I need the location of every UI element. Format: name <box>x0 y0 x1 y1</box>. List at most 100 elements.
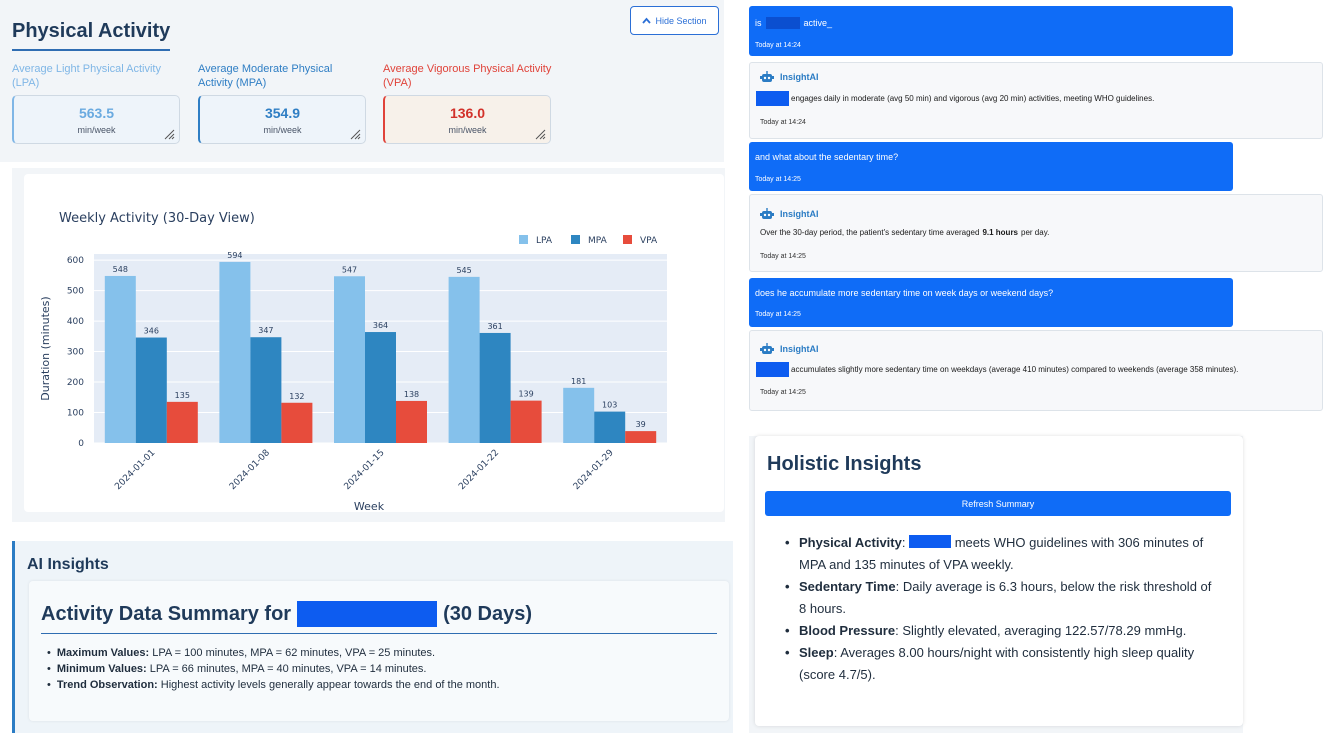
y-tick-label: 600 <box>67 256 84 266</box>
resize-grip-icon[interactable] <box>163 128 175 140</box>
ai-insights-title: AI Insights <box>27 556 109 573</box>
list-item: Maximum Values: LPA = 100 minutes, MPA =… <box>47 645 500 661</box>
user-message: does he accumulate more sedentary time o… <box>749 278 1233 327</box>
data-label: 103 <box>602 401 617 410</box>
data-label: 139 <box>518 390 533 399</box>
ai-insights-panel: AI Insights Activity Data Summary for (3… <box>12 541 733 733</box>
chart-title: Weekly Activity (30-Day View) <box>59 211 255 226</box>
x-tick-label: 2024-01-01 <box>113 448 157 492</box>
message-time: Today at 14:25 <box>760 253 806 260</box>
bar-vpa <box>281 402 313 443</box>
resize-grip-icon[interactable] <box>534 128 546 140</box>
physical-activity-panel: Physical Activity Hide Section Average L… <box>0 0 724 162</box>
redacted-name <box>756 362 789 377</box>
left-column: Physical Activity Hide Section Average L… <box>0 0 733 733</box>
mpa-value: 354.9 <box>264 105 301 121</box>
bar-lpa <box>563 387 595 443</box>
data-label: 547 <box>342 265 357 274</box>
bot-name: InsightAI <box>780 344 819 354</box>
legend-swatch <box>623 235 632 244</box>
chat-column: is active_ Today at 14:24 InsightAI enga… <box>749 0 1325 733</box>
data-label: 346 <box>144 327 159 336</box>
y-tick-label: 400 <box>67 317 84 327</box>
mpa-label: Average Moderate Physical Activity (MPA) <box>198 63 333 89</box>
summary-divider <box>41 633 717 634</box>
x-tick-label: 2024-01-29 <box>572 448 616 492</box>
bar-mpa <box>594 411 626 443</box>
data-label: 364 <box>373 321 388 330</box>
bar-lpa <box>334 276 365 443</box>
summary-heading: Activity Data Summary for (30 Days) <box>41 601 532 627</box>
y-tick-label: 200 <box>67 378 84 388</box>
data-label: 594 <box>227 251 242 260</box>
message-bold: 9.1 hours <box>982 228 1019 237</box>
hide-section-label: Hide Section <box>655 15 707 26</box>
redacted-name <box>297 601 438 627</box>
holistic-list: Physical Activity: meets WHO guidelines … <box>785 532 1215 686</box>
legend-label: MPA <box>588 236 608 246</box>
message-text: and what about the sedentary time? <box>755 152 899 162</box>
vpa-unit: min/week <box>448 125 487 135</box>
bar-mpa <box>365 332 396 443</box>
legend-label: VPA <box>640 236 658 246</box>
x-axis-label: Week <box>354 500 385 512</box>
bot-message: InsightAI Over the 30-day period, the pa… <box>749 194 1323 272</box>
message-text: is <box>755 18 762 28</box>
lpa-card: 563.5 min/week <box>12 95 180 144</box>
summary-suffix: (30 Days) <box>443 602 533 625</box>
data-label: 181 <box>571 377 586 386</box>
x-tick-label: 2024-01-15 <box>343 448 387 492</box>
legend-swatch <box>519 235 528 244</box>
bar-lpa <box>219 261 251 443</box>
lpa-label: Average Light Physical Activity (LPA) <box>12 63 161 89</box>
mpa-card: 354.9 min/week <box>198 95 366 144</box>
message-text: accumulates slightly more sedentary time… <box>791 365 1239 374</box>
list-item: Minimum Values: LPA = 66 minutes, MPA = … <box>47 661 500 677</box>
lpa-value: 563.5 <box>78 105 115 121</box>
bar-vpa <box>625 431 657 443</box>
y-tick-label: 500 <box>67 287 84 297</box>
bar-lpa <box>104 275 136 443</box>
bot-message: InsightAI engages daily in moderate (avg… <box>749 62 1323 139</box>
holistic-card: Holistic Insights Refresh Summary Physic… <box>755 436 1243 726</box>
message-text: Over the 30-day period, the patient's se… <box>760 228 980 237</box>
message-text: engages daily in moderate (avg 50 min) a… <box>791 94 1155 103</box>
message-time: Today at 14:25 <box>755 176 801 183</box>
robot-icon <box>760 71 774 82</box>
bar-lpa <box>448 276 480 443</box>
vpa-card: 136.0 min/week <box>383 95 551 144</box>
message-text: does he accumulate more sedentary time o… <box>755 288 1054 298</box>
y-axis-label: Duration (minutes) <box>39 296 52 400</box>
bar-mpa <box>250 337 282 443</box>
y-tick-label: 100 <box>67 409 84 419</box>
message-text: active_ <box>803 18 833 28</box>
robot-icon <box>760 343 774 354</box>
hide-section-button[interactable]: Hide Section <box>630 6 719 35</box>
x-tick-label: 2024-01-22 <box>457 448 501 492</box>
bar-mpa <box>479 332 511 443</box>
list-item: Blood Pressure: Slightly elevated, avera… <box>785 620 1215 642</box>
vpa-value: 136.0 <box>449 105 486 121</box>
message-text: per day. <box>1021 228 1050 237</box>
resize-grip-icon[interactable] <box>349 128 361 140</box>
chart-card: 0 100 200 300 400 500 600 Weekly Activity (30-D… <box>24 174 724 512</box>
lpa-unit: min/week <box>77 125 116 135</box>
summary-card: Activity Data Summary for (30 Days) Maxi… <box>29 581 729 721</box>
list-item: Sedentary Time: Daily average is 6.3 hou… <box>785 576 1215 620</box>
bot-name: InsightAI <box>780 72 819 82</box>
message-time: Today at 14:25 <box>760 389 806 396</box>
data-label: 132 <box>289 392 304 401</box>
weekly-activity-chart[interactable]: 0 100 200 300 400 500 600 Weekly Activity (30-D… <box>24 174 724 512</box>
chevron-up-icon <box>642 17 652 24</box>
holistic-title: Holistic Insights <box>767 453 922 475</box>
summary-list: Maximum Values: LPA = 100 minutes, MPA =… <box>47 645 500 693</box>
data-label: 548 <box>113 265 128 274</box>
y-tick-label: 0 <box>78 439 84 449</box>
list-item: Trend Observation: Highest activity leve… <box>47 677 500 693</box>
data-label: 545 <box>456 266 471 275</box>
data-label: 135 <box>175 391 190 400</box>
list-item: Physical Activity: meets WHO guidelines … <box>785 532 1215 576</box>
refresh-summary-button[interactable]: Refresh Summary <box>765 491 1231 516</box>
legend-swatch <box>571 235 580 244</box>
chart-panel: 0 100 200 300 400 500 600 Weekly Activity (30-D… <box>12 168 725 522</box>
